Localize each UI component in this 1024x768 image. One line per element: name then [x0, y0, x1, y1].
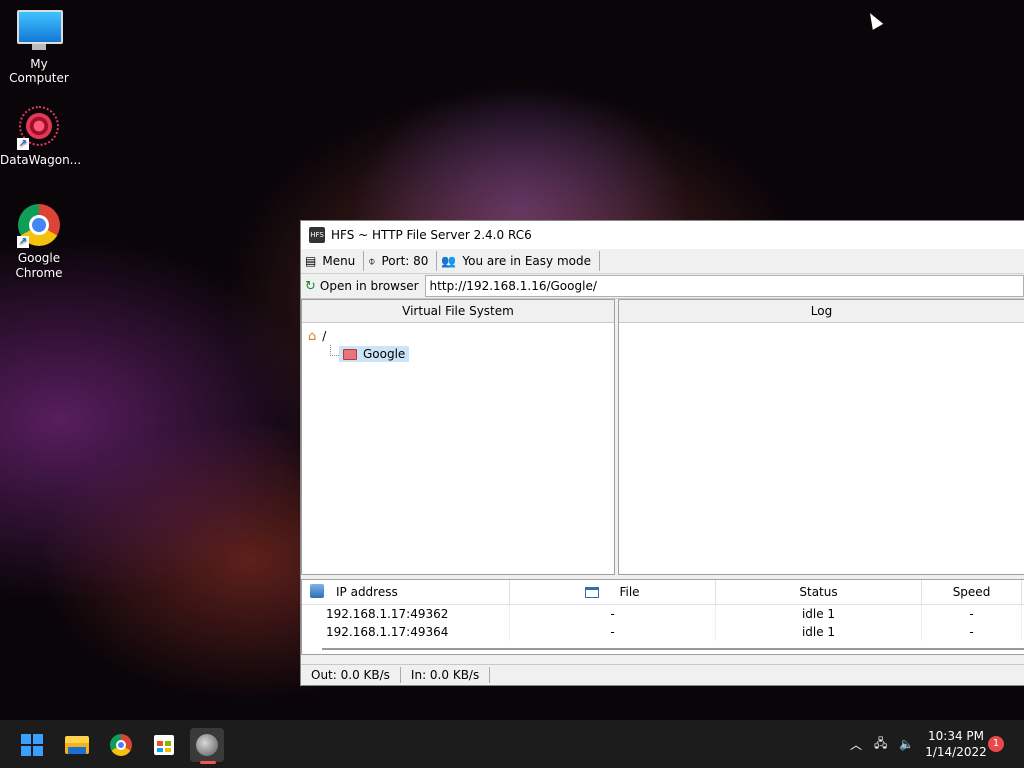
window-title: HFS ~ HTTP File Server 2.4.0 RC6 — [331, 228, 532, 242]
col-ip-address[interactable]: IP address — [302, 580, 510, 604]
clock[interactable]: 10:34 PM 1/14/2022 — [924, 728, 988, 760]
col-file-label: File — [619, 585, 640, 599]
chrome-icon: ↗ — [17, 204, 61, 248]
mode-button[interactable]: 👥 You are in Easy mode — [437, 251, 600, 271]
cell-file: - — [510, 623, 716, 641]
network-icon — [310, 584, 324, 598]
taskbar: ︿ 🖧 🔈 10:34 PM 1/14/2022 — [0, 720, 1024, 768]
cell-speed: - — [922, 623, 1022, 641]
col-speed[interactable]: Speed — [922, 580, 1022, 604]
horizontal-scrollbar[interactable] — [322, 648, 1024, 650]
vfs-pane: Virtual File System ⌂ / Google — [301, 299, 615, 575]
chevron-up-icon[interactable]: ︿ — [850, 736, 862, 753]
folder-selected: Google — [339, 346, 410, 362]
hfs-window: HFS HFS ~ HTTP File Server 2.4.0 RC6 ▤ M… — [300, 220, 1024, 686]
main-toolbar: ▤ Menu ⌽ Port: 80 👥 You are in Easy mode — [301, 249, 1024, 274]
plug-icon: ⌽ — [368, 253, 376, 268]
cell-status: idle 1 — [716, 623, 922, 641]
cell-ip: 192.168.1.17:49362 — [302, 605, 510, 623]
log-pane: Log — [618, 299, 1024, 575]
tree-connector — [330, 344, 339, 356]
open-in-browser-label: Open in browser — [319, 279, 419, 293]
users-icon: 👥 — [441, 254, 457, 268]
url-field[interactable]: http://192.168.1.16/Google/ — [424, 275, 1024, 297]
menu-icon: ▤ — [305, 254, 317, 268]
desktop-icon-label: Google Chrome — [15, 251, 63, 280]
cell-status: idle 1 — [716, 605, 922, 623]
connections-list: IP address File Status Speed 192.168.1.1… — [301, 579, 1024, 655]
col-file[interactable]: File — [510, 580, 716, 604]
notification-badge[interactable]: 1 — [988, 736, 1004, 752]
network-icon[interactable]: 🖧 — [874, 734, 887, 755]
hfs-app-icon: HFS — [309, 227, 325, 243]
menu-label: Menu — [322, 254, 356, 268]
active-app-indicator — [200, 761, 216, 764]
open-in-browser-button[interactable]: ↻ Open in browser — [301, 275, 425, 297]
table-row[interactable]: 192.168.1.17:49362 - idle 1 - — [302, 605, 1024, 623]
home-icon: ⌂ — [308, 328, 317, 344]
window-file-icon — [585, 586, 600, 598]
taskbar-chrome[interactable] — [104, 728, 138, 762]
system-tray: ︿ 🖧 🔈 — [844, 720, 920, 768]
tree-item-label: Google — [363, 347, 406, 361]
desktop-icon-label: DataWagon... — [0, 153, 82, 167]
taskbar-file-explorer[interactable] — [60, 728, 94, 762]
chrome-icon — [110, 734, 132, 756]
desktop-icon-my-computer[interactable]: My Computer — [0, 10, 78, 85]
clock-date: 1/14/2022 — [925, 745, 987, 759]
taskbar-store[interactable] — [147, 728, 181, 762]
connections-header: IP address File Status Speed — [302, 580, 1024, 605]
tree-root-label: / — [322, 329, 327, 343]
url-bar: ↻ Open in browser http://192.168.1.16/Go… — [301, 274, 1024, 299]
datawagon-icon: ↗ — [17, 106, 61, 150]
log-header: Log — [619, 300, 1024, 323]
shortcut-arrow-icon: ↗ — [17, 138, 29, 150]
open-arrow-icon: ↻ — [305, 278, 316, 294]
window-titlebar[interactable]: HFS HFS ~ HTTP File Server 2.4.0 RC6 — [301, 221, 1024, 249]
desktop-icon-datawagon[interactable]: ↗ DataWagon... — [0, 106, 82, 167]
vfs-tree: ⌂ / Google — [302, 323, 614, 367]
taskbar-hfs[interactable] — [190, 728, 224, 762]
volume-icon[interactable]: 🔈 — [899, 737, 914, 751]
status-in: In: 0.0 KB/s — [401, 667, 491, 683]
mode-label: You are in Easy mode — [462, 254, 591, 268]
store-icon — [154, 735, 174, 755]
tree-root[interactable]: ⌂ / — [308, 327, 608, 345]
status-out: Out: 0.0 KB/s — [301, 667, 401, 683]
windows-logo-icon — [21, 734, 43, 756]
col-status[interactable]: Status — [716, 580, 922, 604]
status-bar: Out: 0.0 KB/s In: 0.0 KB/s — [301, 664, 1024, 685]
vfs-header: Virtual File System — [302, 300, 614, 323]
desktop-icon-google-chrome[interactable]: ↗ Google Chrome — [0, 204, 78, 281]
port-label: Port: 80 — [381, 254, 429, 268]
menu-button[interactable]: ▤ Menu — [301, 251, 365, 271]
cell-speed: - — [922, 605, 1022, 623]
shortcut-arrow-icon: ↗ — [17, 236, 29, 248]
hfs-icon — [196, 734, 218, 756]
tree-item-google[interactable]: Google — [308, 344, 608, 363]
folder-icon — [65, 736, 89, 754]
folder-icon — [343, 348, 357, 360]
start-button[interactable] — [15, 728, 49, 762]
main-panes: Virtual File System ⌂ / Google Log — [301, 299, 1024, 575]
desktop-icon-label: My Computer — [9, 57, 69, 85]
cell-file: - — [510, 605, 716, 623]
cell-ip: 192.168.1.17:49364 — [302, 623, 510, 641]
port-button[interactable]: ⌽ Port: 80 — [364, 251, 438, 271]
clock-time: 10:34 PM — [928, 729, 984, 743]
mouse-cursor-icon — [864, 10, 884, 30]
table-row[interactable]: 192.168.1.17:49364 - idle 1 - — [302, 623, 1024, 641]
monitor-icon — [17, 10, 63, 54]
